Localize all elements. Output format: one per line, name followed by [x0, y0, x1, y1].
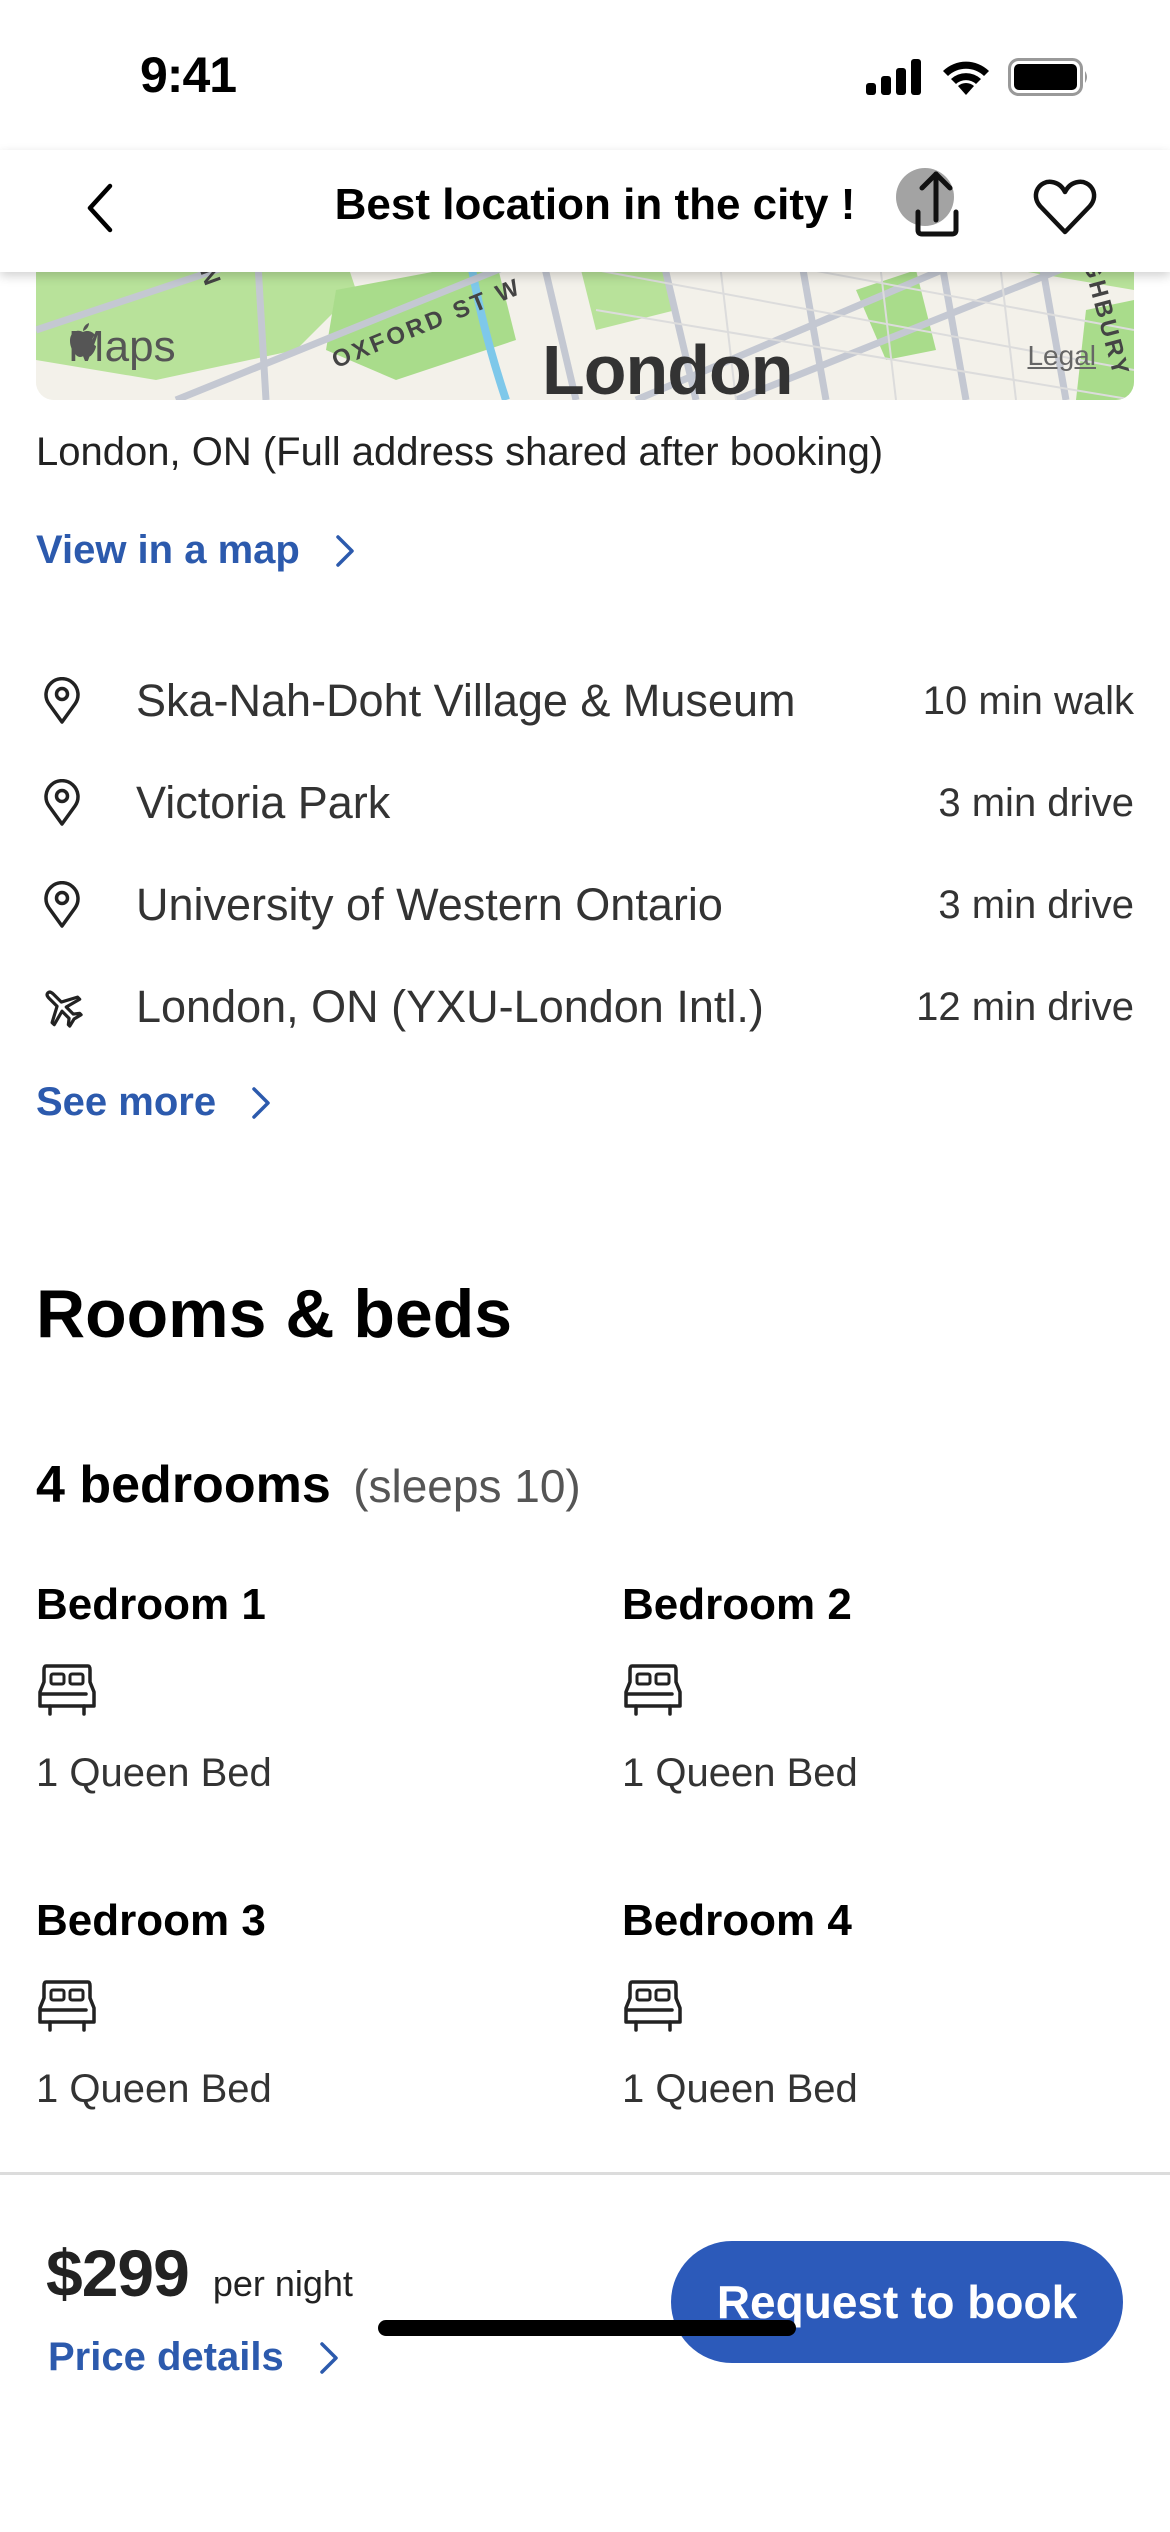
- poi-item: University of Western Ontario 3 min driv…: [36, 854, 1134, 956]
- poi-name: University of Western Ontario: [136, 879, 723, 930]
- bedroom-card: Bedroom 3 1 Queen Bed: [36, 1896, 536, 2112]
- share-icon: [915, 171, 959, 237]
- rooms-heading: Rooms & beds: [36, 1276, 513, 1352]
- status-icons: [866, 58, 1090, 96]
- bed-icon: [38, 1980, 96, 2032]
- bedroom-card: Bedroom 1 1 Queen Bed: [36, 1580, 536, 1796]
- price-block: $299 per night: [46, 2235, 353, 2311]
- battery-icon: [1008, 58, 1087, 96]
- status-time: 9:41: [140, 47, 237, 103]
- share-button[interactable]: [896, 168, 976, 248]
- bedroom-title: Bedroom 1: [36, 1580, 266, 1629]
- bed-icon: [38, 1664, 96, 1716]
- price-details-link[interactable]: Price details: [48, 2335, 340, 2380]
- view-in-map-label: View in a map: [36, 528, 300, 572]
- see-more-label: See more: [36, 1080, 217, 1124]
- cellular-signal-icon: [866, 59, 921, 95]
- poi-item: Ska-Nah-Doht Village & Museum 10 min wal…: [36, 650, 1134, 752]
- chevron-right-icon: [319, 2341, 338, 2374]
- address-text: London, ON (Full address shared after bo…: [36, 430, 884, 474]
- bedroom-title: Bedroom 4: [622, 1896, 852, 1945]
- poi-travel-time: 3 min drive: [938, 780, 1134, 825]
- bed-description: 1 Queen Bed: [36, 2067, 272, 2111]
- poi-travel-time: 10 min walk: [922, 678, 1134, 723]
- map-pin-icon: [44, 677, 80, 724]
- poi-name: Ska-Nah-Doht Village & Museum: [136, 675, 796, 726]
- request-to-book-button[interactable]: Request to book: [671, 2241, 1123, 2363]
- see-more-link[interactable]: See more: [36, 1080, 272, 1125]
- poi-travel-time: 3 min drive: [938, 882, 1134, 927]
- sleeps-count: (sleeps 10): [353, 1460, 581, 1512]
- bedroom-title: Bedroom 3: [36, 1896, 266, 1945]
- poi-name: Victoria Park: [136, 777, 391, 828]
- booking-bar: $299 per night Price details Request to …: [0, 2172, 1170, 2532]
- bedroom-card: Bedroom 4 1 Queen Bed: [622, 1896, 1122, 2112]
- view-in-map-link[interactable]: View in a map: [36, 528, 356, 573]
- bed-description: 1 Queen Bed: [36, 1751, 272, 1795]
- apple-logo-icon: [70, 323, 96, 357]
- poi-name: London, ON (YXU-London Intl.): [136, 981, 764, 1032]
- favorite-button[interactable]: [1032, 178, 1098, 238]
- status-bar: 9:41: [0, 0, 1170, 150]
- map-pin-icon: [44, 779, 80, 826]
- nightly-price: $299: [46, 2236, 190, 2310]
- home-indicator[interactable]: [378, 2320, 796, 2336]
- bedroom-count: 4 bedrooms: [36, 1456, 331, 1514]
- page-title: Best location in the city !: [334, 180, 856, 229]
- map-legal-link[interactable]: Legal: [1027, 340, 1096, 372]
- chevron-right-icon: [252, 1086, 270, 1119]
- bed-description: 1 Queen Bed: [622, 1751, 858, 1795]
- bedrooms-summary: 4 bedrooms (sleeps 10): [36, 1455, 581, 1515]
- map-pin-icon: [44, 881, 80, 928]
- wifi-icon: [943, 61, 989, 95]
- airplane-icon: [45, 990, 83, 1028]
- poi-item: London, ON (YXU-London Intl.) 12 min dri…: [36, 956, 1134, 1058]
- map-city-label: London: [542, 331, 794, 400]
- points-of-interest-list: Ska-Nah-Doht Village & Museum 10 min wal…: [36, 650, 1134, 1058]
- chevron-right-icon: [336, 534, 354, 567]
- price-details-label: Price details: [48, 2335, 284, 2379]
- price-unit: per night: [212, 2263, 353, 2304]
- bed-icon: [624, 1664, 682, 1716]
- poi-travel-time: 12 min drive: [916, 984, 1134, 1029]
- apple-maps-logo: Maps: [68, 322, 176, 372]
- bed-description: 1 Queen Bed: [622, 2067, 858, 2111]
- bedroom-card: Bedroom 2 1 Queen Bed: [622, 1580, 1122, 1796]
- bed-icon: [624, 1980, 682, 2032]
- bedroom-title: Bedroom 2: [622, 1580, 852, 1629]
- heart-icon: [1033, 179, 1097, 235]
- nav-bar: Best location in the city !: [0, 150, 1170, 272]
- poi-item: Victoria Park 3 min drive: [36, 752, 1134, 854]
